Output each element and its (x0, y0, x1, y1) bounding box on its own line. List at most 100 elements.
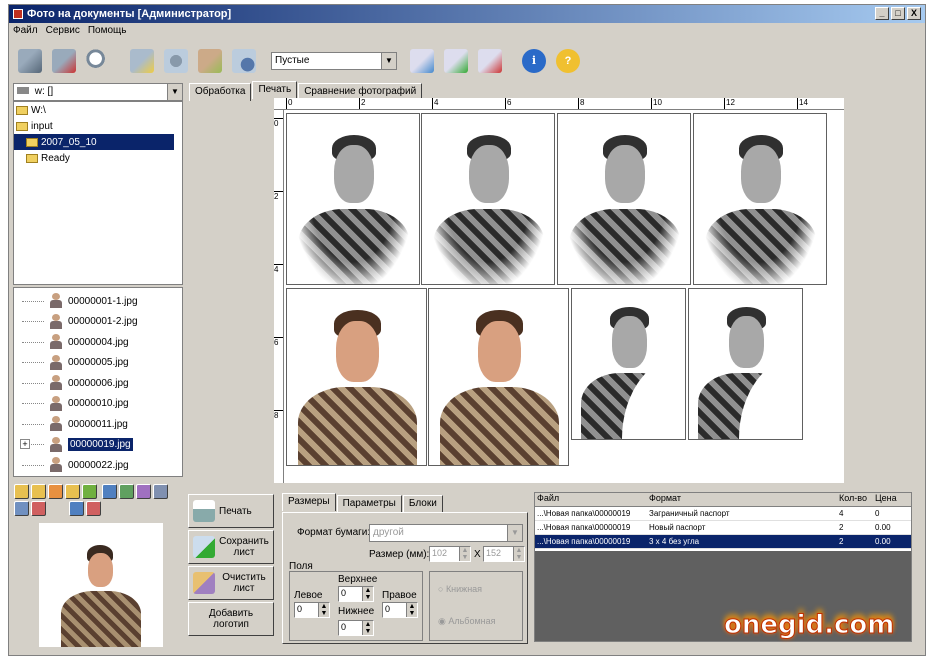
passport-photo[interactable] (571, 288, 686, 440)
search-icon (86, 49, 110, 73)
margins-group: Верхнее 0 ▲ ▼ Левое 0 ▲ ▼ Правое 0 ▲ ▼ Нижнее … (289, 571, 423, 641)
add-logo-button[interactable]: Добавить логотип (188, 602, 274, 636)
tool-copy-icon[interactable] (65, 484, 80, 499)
file-item[interactable]: 00000006.jpg (22, 373, 182, 394)
tool-pencil-icon[interactable] (136, 484, 151, 499)
menu-file[interactable]: Файл (13, 25, 38, 39)
tb-clock[interactable] (229, 46, 259, 76)
ruler-tick: 2 (274, 191, 283, 201)
passport-photo[interactable] (286, 113, 420, 285)
tab-processing[interactable]: Обработка (189, 83, 252, 101)
ruler-tick: 8 (274, 410, 283, 420)
bottom-spin[interactable]: 0 ▲ ▼ (338, 620, 374, 636)
tb-search[interactable] (83, 46, 113, 76)
expand-icon[interactable]: + (20, 439, 30, 450)
tab-sizes[interactable]: Размеры (282, 493, 336, 511)
passport-photo[interactable] (428, 288, 569, 466)
printer-icon (193, 500, 215, 522)
file-item[interactable]: 00000010.jpg (22, 394, 182, 415)
tool-rotate-left-icon[interactable] (14, 484, 29, 499)
tab-print[interactable]: Печать (252, 81, 298, 99)
tool-a-icon[interactable] (102, 484, 117, 499)
close-button[interactable]: X (907, 7, 921, 20)
chevron-down-icon[interactable]: ▼ (507, 525, 522, 541)
file-item[interactable]: 00000001-1.jpg (22, 291, 182, 312)
file-item[interactable]: 00000011.jpg (22, 414, 182, 435)
left-label: Левое (294, 590, 323, 601)
folder-label: 2007_05_10 (41, 136, 97, 148)
height-spin[interactable]: 152 ▲ ▼ (483, 546, 525, 562)
left-spin[interactable]: 0 ▲ ▼ (294, 602, 330, 618)
right-spin[interactable]: 0 ▲ ▼ (382, 602, 418, 618)
tool-c-icon[interactable] (69, 501, 84, 516)
spin-arrows-icon[interactable]: ▲ ▼ (318, 603, 329, 617)
col-format[interactable]: Формат (647, 493, 837, 506)
folder-item[interactable]: W:\ (14, 102, 182, 118)
folder-item[interactable]: input (14, 118, 182, 134)
bottom-label: Нижнее (338, 606, 375, 617)
passport-photo[interactable] (693, 113, 827, 285)
clear-sheet-button[interactable]: Очистить лист (188, 566, 274, 600)
tb-settings[interactable] (161, 46, 191, 76)
tb-move[interactable] (407, 46, 437, 76)
tool-b-icon[interactable] (119, 484, 134, 499)
tb-people[interactable] (195, 46, 225, 76)
tb-users[interactable] (127, 46, 157, 76)
menu-help[interactable]: Помощь (88, 25, 127, 39)
tool-flip-icon[interactable] (48, 484, 63, 499)
spin-arrows-icon[interactable]: ▲ ▼ (362, 621, 373, 635)
folder-item[interactable]: 2007_05_10 (14, 134, 174, 150)
tool-d-icon[interactable] (86, 501, 101, 516)
print-button[interactable]: Печать (188, 494, 274, 528)
file-item[interactable]: 00000004.jpg (22, 332, 182, 353)
minimize-button[interactable]: _ (875, 7, 889, 20)
table-row[interactable]: ...\Новая папка\00000019 3 x 4 без угла 2 0… (535, 535, 911, 549)
passport-photo[interactable] (688, 288, 803, 440)
tb-open[interactable] (15, 46, 45, 76)
landscape-radio[interactable]: ◉ Альбомная (438, 616, 496, 627)
tool-crop-icon[interactable] (153, 484, 168, 499)
file-item[interactable]: 00000005.jpg (22, 353, 182, 374)
tab-params[interactable]: Параметры (336, 495, 402, 513)
filter-combo[interactable]: Пустые ▼ (271, 52, 397, 70)
chevron-down-icon[interactable]: ▼ (167, 84, 182, 100)
spin-arrows-icon[interactable]: ▲ ▼ (459, 547, 470, 561)
tab-blocks[interactable]: Блоки (402, 495, 443, 513)
portrait-radio[interactable]: ○ Книжная (438, 584, 482, 594)
tool-refresh-icon[interactable] (82, 484, 97, 499)
tb-help[interactable]: ? (553, 46, 583, 76)
col-qty[interactable]: Кол-во (837, 493, 873, 506)
tb-info[interactable]: i (519, 46, 549, 76)
passport-photo[interactable] (557, 113, 691, 285)
tb-add-sheet[interactable] (441, 46, 471, 76)
spin-arrows-icon[interactable]: ▲ ▼ (362, 587, 373, 601)
width-spin[interactable]: 102 ▲ ▼ (429, 546, 471, 562)
folder-item[interactable]: Ready (14, 150, 182, 166)
col-file[interactable]: Файл (535, 493, 647, 506)
chevron-down-icon[interactable]: ▼ (381, 53, 396, 69)
tool-zoom-icon[interactable] (14, 501, 29, 516)
tool-rotate-right-icon[interactable] (31, 484, 46, 499)
tool-delete-icon[interactable] (31, 501, 46, 516)
col-price[interactable]: Цена (873, 493, 911, 506)
maximize-button[interactable]: □ (891, 7, 905, 20)
table-row[interactable]: ...\Новая папка\00000019 Заграничный пасп… (535, 507, 911, 521)
tb-remove-sheet[interactable] (475, 46, 505, 76)
file-item[interactable]: 00000001-2.jpg (22, 312, 182, 333)
top-spin[interactable]: 0 ▲ ▼ (338, 586, 374, 602)
tb-delete[interactable] (49, 46, 79, 76)
passport-photo[interactable] (421, 113, 555, 285)
menu-service[interactable]: Сервис (46, 25, 80, 39)
spin-arrows-icon[interactable]: ▲ ▼ (513, 547, 524, 561)
save-sheet-button[interactable]: Сохранить лист (188, 530, 274, 564)
tree-connector (22, 362, 44, 364)
file-item[interactable]: 00000022.jpg (22, 455, 182, 476)
passport-photo[interactable] (286, 288, 427, 466)
file-item[interactable]: +00000019.jpg (20, 435, 182, 456)
width-value: 102 (432, 548, 448, 558)
paper-format-select[interactable]: другой ▼ (369, 524, 523, 542)
drive-combo[interactable]: w: [] ▼ (13, 83, 183, 101)
spin-arrows-icon[interactable]: ▲ ▼ (406, 603, 417, 617)
table-row[interactable]: ...\Новая папка\00000019 Новый паспорт 2 0.… (535, 521, 911, 535)
folder-label: Ready (41, 152, 70, 164)
